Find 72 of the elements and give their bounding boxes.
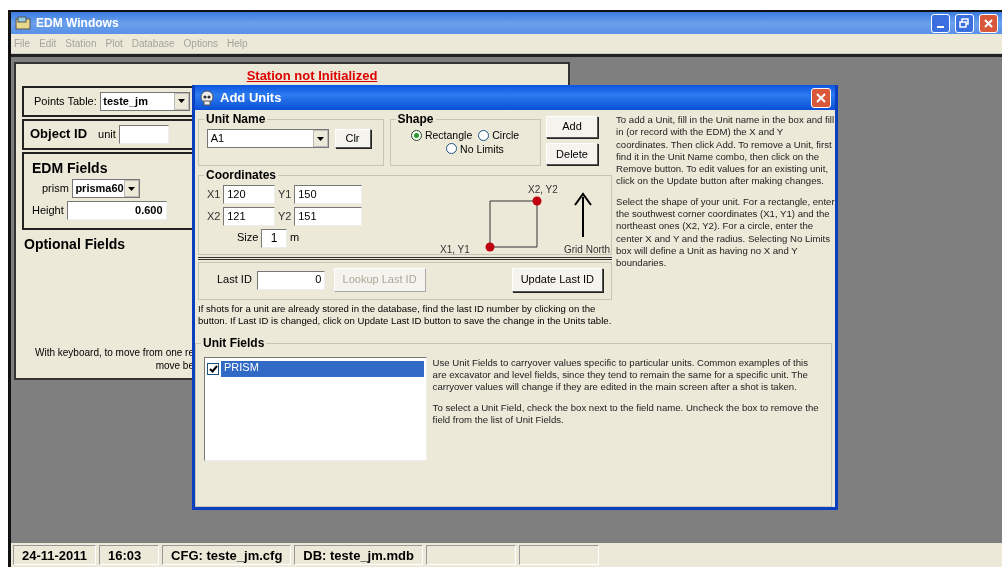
dialog-button[interactable]: Delete	[546, 143, 598, 166]
radio-button[interactable]	[446, 143, 458, 155]
close-button[interactable]	[811, 87, 831, 108]
coordinate-label: X2	[207, 209, 221, 223]
close-icon	[816, 92, 826, 103]
list-item[interactable]: PRISM	[221, 361, 425, 378]
dialog-button[interactable]: Add	[546, 115, 598, 138]
last-id-label: Last ID	[217, 273, 252, 287]
height-input[interactable]: 0.600	[66, 200, 167, 220]
unit-name-combo[interactable]: A1	[207, 129, 329, 149]
coordinate-input[interactable]: 121	[223, 206, 276, 226]
optional-fields-title: Optional Fields	[24, 235, 126, 253]
status-panel: DB: teste_jm.mdb	[294, 545, 423, 565]
status-panel: CFG: teste_jm.cfg	[162, 545, 292, 565]
height-label: Height	[32, 203, 64, 217]
unit-name-title: Unit Name	[205, 113, 267, 125]
unit-input[interactable]	[118, 124, 169, 144]
coordinate-input[interactable]: 151	[294, 206, 363, 226]
dropdown-icon	[177, 99, 185, 104]
unit-fields-title: Unit Fields	[202, 337, 266, 350]
help-text: To add a Unit, fill in the Unit name in the box and fill in (or record with the EDM) the X and Y coordinates. Then click Add. To remove a Unit, first find it in the Unit Name combo, then click on the Remove button. To edit values for an existing unit, click on the Update button after making changes.	[616, 114, 835, 188]
grid-north-label: Grid North	[564, 244, 611, 255]
minimize-icon	[937, 26, 944, 28]
checkbox[interactable]	[207, 363, 219, 376]
coordinate-label: Y2	[277, 209, 292, 223]
points-table-label: Points Table:	[34, 94, 97, 108]
unit-fields-list[interactable]: PRISM	[204, 356, 428, 461]
shape-title: Shape	[396, 113, 435, 125]
size-input[interactable]: 1	[261, 228, 288, 248]
coordinates-title: Coordinates	[205, 169, 277, 181]
corner-label: X1, Y1	[440, 244, 471, 255]
points-table-combo[interactable]: teste_jm	[99, 91, 190, 111]
last-id-help: If shots for a unit are already stored in the database, find the last ID number by clicking on the button. If Last ID is changed, click on Update Last ID button to save the change in the Units table.	[198, 302, 612, 328]
coordinate-label: X1	[207, 187, 221, 202]
last-id-input[interactable]: 0	[257, 270, 326, 290]
prism-combo[interactable]: prisma60	[71, 179, 140, 199]
unit-label: unit	[98, 127, 116, 141]
status-panel: 16:03	[99, 545, 160, 565]
close-button[interactable]	[979, 13, 998, 33]
status-panel: 24-11-2011	[13, 545, 97, 565]
radio-button[interactable]	[478, 129, 490, 141]
app-icon	[15, 16, 31, 30]
restore-button[interactable]	[955, 13, 974, 33]
help-text: Use Unit Fields to carryover values specific to particular units. Common examples of this are excavator and level fields, since they tend to remain the same for a specific unit. The carryover values will change if they are edited in the main screen after a shot is taken.	[432, 356, 809, 394]
object-id-title: Object ID	[30, 126, 88, 142]
size-label: Size	[237, 231, 259, 245]
rectangle-diagram	[485, 196, 542, 252]
dialog-title: Add Units	[220, 89, 283, 106]
radio-label: No Limits	[460, 142, 504, 156]
status-message: Station not Initialized	[246, 68, 378, 83]
dropdown-icon	[127, 186, 135, 191]
coordinate-input[interactable]: 150	[294, 185, 363, 204]
window-title: EDM Windows	[36, 15, 120, 31]
last-id-button[interactable]: Update Last ID	[511, 268, 603, 292]
coordinate-input[interactable]: 120	[223, 185, 276, 204]
clear-button[interactable]: Clr	[334, 129, 371, 149]
restore-icon	[959, 17, 970, 29]
radio-label: Circle	[492, 129, 520, 142]
north-arrow	[574, 192, 593, 238]
help-text: To select a Unit Field, check the box next to the field name. Uncheck the box to remove the field from the list of Unit Fields.	[432, 401, 820, 427]
skull-icon	[199, 89, 215, 106]
close-icon	[984, 18, 993, 28]
dropdown-icon	[317, 136, 324, 141]
coordinate-label: Y1	[277, 187, 292, 202]
minimize-button[interactable]	[931, 13, 950, 33]
edm-fields-title: EDM Fields	[32, 159, 109, 177]
help-text: Select the shape of your unit. For a rectangle, enter the southwest corner coordinates (X1, Y1) and the northeast ones (X2, Y2). For a circle, enter the center X and Y and the radius. Selecting No Limits box will define a Unit as having no X and Y boundaries.	[616, 195, 835, 270]
radio-button[interactable]	[410, 129, 422, 141]
corner-label: X2, Y2	[528, 184, 559, 195]
unit-label: m	[289, 231, 300, 245]
prism-label: prism	[42, 182, 69, 196]
radio-label: Rectangle	[424, 129, 473, 142]
